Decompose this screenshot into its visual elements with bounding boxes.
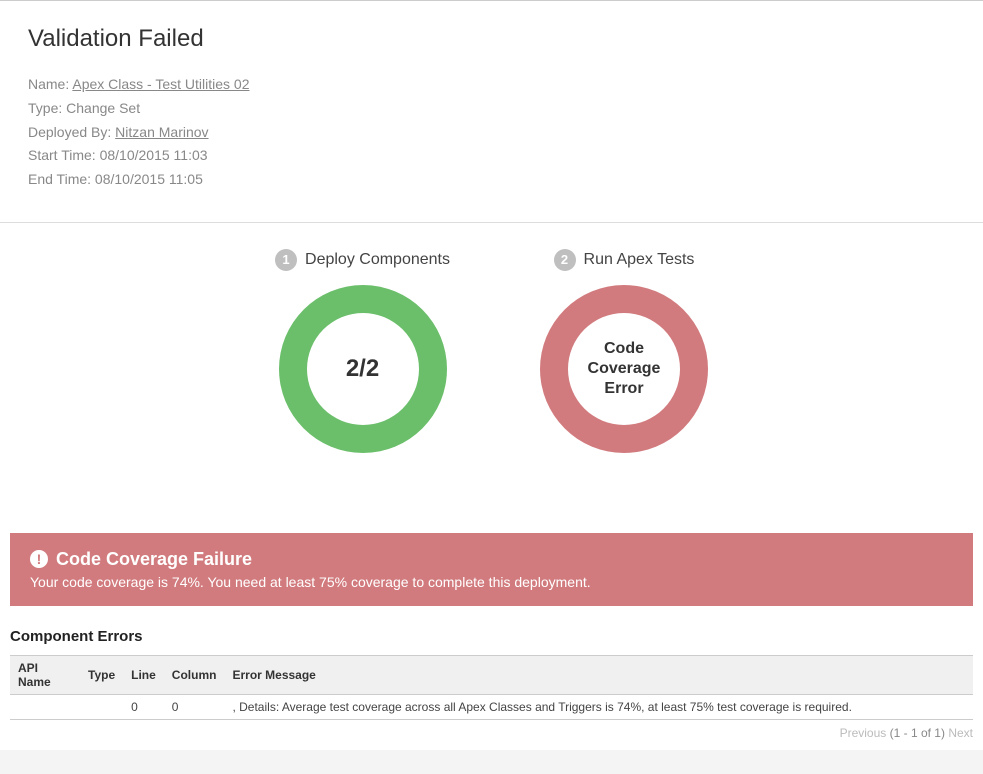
deploy-status-block: 1 Deploy Components 2/2	[275, 249, 450, 453]
cell-msg: , Details: Average test coverage across …	[224, 694, 973, 719]
pager-next[interactable]: Next	[948, 726, 973, 740]
component-errors-heading: Component Errors	[10, 628, 973, 645]
coverage-alert: ! Code Coverage Failure Your code covera…	[10, 533, 973, 606]
table-row: 0 0 , Details: Average test coverage acr…	[10, 694, 973, 719]
meta-type-value: Change Set	[66, 100, 140, 116]
col-column[interactable]: Column	[164, 655, 225, 694]
meta-deployed-by: Deployed By: Nitzan Marinov	[28, 121, 955, 145]
col-api-name[interactable]: API Name	[10, 655, 80, 694]
validation-header: Validation Failed Name: Apex Class - Tes…	[0, 1, 983, 222]
deployed-by-link[interactable]: Nitzan Marinov	[115, 124, 208, 140]
alert-title-text: Code Coverage Failure	[56, 549, 252, 570]
cell-line: 0	[123, 694, 164, 719]
meta-end-time-value: 08/10/2015 11:05	[95, 171, 203, 187]
pager: Previous (1 - 1 of 1) Next	[0, 720, 983, 750]
meta-type: Type: Change Set	[28, 97, 955, 121]
meta-type-label: Type:	[28, 100, 62, 116]
meta-name-label: Name:	[28, 76, 69, 92]
cell-type	[80, 694, 123, 719]
meta-end-time: End Time: 08/10/2015 11:05	[28, 168, 955, 192]
cell-column: 0	[164, 694, 225, 719]
col-line[interactable]: Line	[123, 655, 164, 694]
component-errors-section: Component Errors API Name Type Line Colu…	[10, 628, 973, 720]
errors-table: API Name Type Line Column Error Message …	[10, 655, 973, 720]
pager-previous[interactable]: Previous	[840, 726, 887, 740]
page-title: Validation Failed	[28, 25, 955, 53]
meta-deployed-by-label: Deployed By:	[28, 124, 111, 140]
col-error-message[interactable]: Error Message	[224, 655, 973, 694]
meta-start-time-value: 08/10/2015 11:03	[100, 147, 208, 163]
status-section: 1 Deploy Components 2/2 2 Run Apex Tests…	[0, 222, 983, 513]
tests-donut-icon: Code Coverage Error	[540, 285, 708, 453]
cell-api	[10, 694, 80, 719]
change-set-link[interactable]: Apex Class - Test Utilities 02	[72, 76, 249, 92]
deploy-donut-value: 2/2	[307, 313, 419, 425]
step-2-badge: 2	[554, 249, 576, 271]
meta-name: Name: Apex Class - Test Utilities 02	[28, 73, 955, 97]
col-type[interactable]: Type	[80, 655, 123, 694]
tests-status-block: 2 Run Apex Tests Code Coverage Error	[540, 249, 708, 453]
step-2-title: Run Apex Tests	[584, 251, 695, 269]
step-1-title: Deploy Components	[305, 251, 450, 269]
meta-start-time: Start Time: 08/10/2015 11:03	[28, 144, 955, 168]
deploy-donut-icon: 2/2	[279, 285, 447, 453]
alert-icon: !	[30, 550, 48, 568]
tests-donut-value: Code Coverage Error	[568, 313, 680, 425]
meta-end-time-label: End Time:	[28, 171, 91, 187]
meta-start-time-label: Start Time:	[28, 147, 96, 163]
alert-body-text: Your code coverage is 74%. You need at l…	[30, 574, 953, 590]
step-1-badge: 1	[275, 249, 297, 271]
pager-range: (1 - 1 of 1)	[890, 726, 945, 740]
